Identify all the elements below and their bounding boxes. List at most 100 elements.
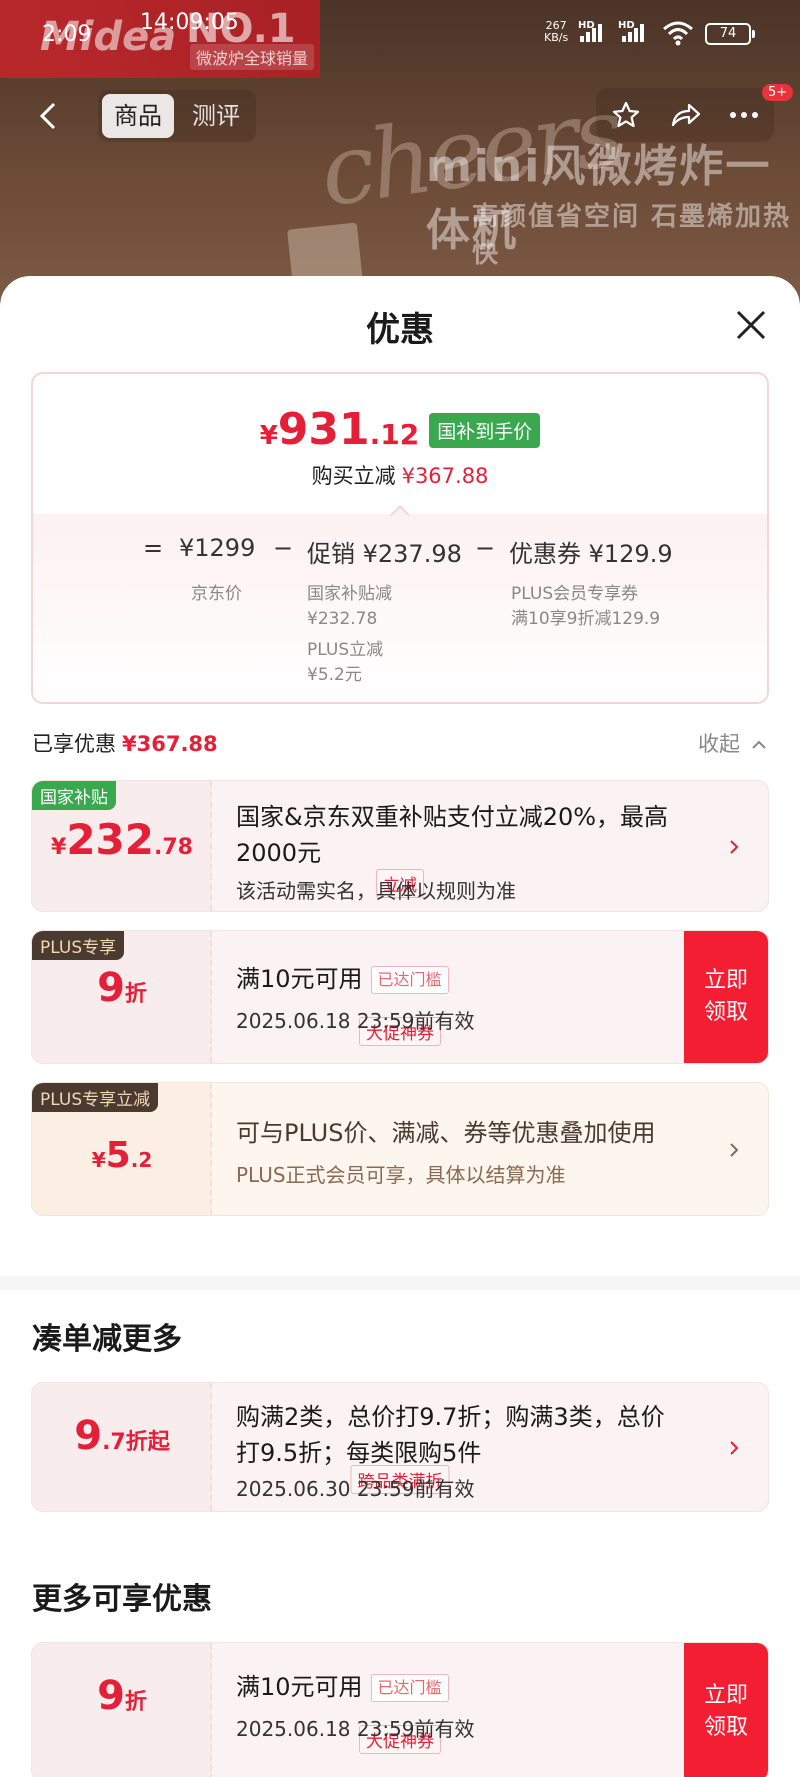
chevron-right-icon	[724, 1438, 744, 1458]
signal-icon-2	[622, 22, 644, 42]
coupon-note: 该活动需实名，具体以规则为准	[236, 879, 516, 903]
coupon-plus-discount: PLUS专享 9折 大促神券 满10元可用 已达门槛 2025.06.18 23:…	[31, 930, 769, 1064]
coupon-discount-int: 9	[97, 965, 125, 1011]
price-breakdown-card: ¥931.12 国补到手价 购买立减 ¥367.88 = ¥1299 − 促销 ¥…	[31, 372, 769, 704]
save-row: 购买立减 ¥367.88	[33, 460, 767, 490]
promo-item: PLUS立减	[307, 640, 384, 660]
coupon-item: 满10享9折减129.9	[511, 609, 661, 629]
status-time: 2:09	[42, 22, 92, 47]
coupon-condition-text: 满10元可用	[236, 1673, 363, 1701]
product-subline: 高颜值省空间 石墨烯加热快	[472, 202, 792, 269]
battery-icon: 74	[705, 23, 755, 45]
claim-label-1: 立即	[703, 968, 748, 993]
promo-item: 国家补贴减	[307, 584, 392, 604]
wifi-icon	[663, 21, 693, 46]
threshold-met-badge: 已达门槛	[370, 1674, 449, 1702]
currency-symbol: ¥	[259, 421, 278, 451]
section-title-more: 更多可享优惠	[32, 1582, 212, 1617]
close-icon	[736, 310, 766, 340]
promo-detail: 国家补贴减 ¥232.78 PLUS立减 ¥5.2元	[307, 582, 392, 688]
claim-label-1: 立即	[703, 1683, 748, 1708]
subsidy-price-tag: 国补到手价	[429, 413, 541, 448]
coupon-note: PLUS正式会员可享，具体以结算为准	[236, 1163, 566, 1187]
coupon-promo-discount: 9折 大促神券 满10元可用 已达门槛 2025.06.18 23:59前有效 立…	[31, 1642, 769, 1777]
coupon-amount-dec: .2	[130, 1148, 153, 1172]
net-speed-unit: KB/s	[544, 31, 569, 44]
chevron-right-icon	[724, 1140, 744, 1160]
message-badge: 5+	[762, 84, 794, 101]
chevron-left-icon	[39, 102, 56, 130]
favorite-button[interactable]	[604, 93, 648, 137]
save-amount: ¥367.88	[401, 464, 489, 488]
coupon-discount: 9折	[32, 965, 212, 1011]
nav-actions	[596, 88, 774, 142]
chevron-up-icon	[751, 740, 766, 749]
coupon-condition: 满10元可用 已达门槛	[236, 961, 449, 997]
more-dots-icon	[730, 112, 759, 118]
chevron-right-icon	[724, 837, 744, 857]
coupon-description: 购满2类，总价打9.7折；购满3类，总价 打9.5折；每类限购5件	[236, 1399, 665, 1471]
coupon-discount: 9.7折起	[32, 1413, 212, 1459]
share-button[interactable]	[663, 93, 707, 137]
nav-tabs: 商品 测评	[98, 90, 256, 142]
more-button[interactable]	[722, 93, 766, 137]
formula-coupon: 优惠券 ¥129.9	[509, 540, 673, 568]
status-clock: 14:09:05	[140, 10, 239, 35]
coupon-desc-line: 购满2类，总价打9.7折；购满3类，总价	[236, 1403, 665, 1431]
coupon-desc-line: 2000元	[236, 839, 322, 867]
claim-label-2: 领取	[703, 1715, 748, 1740]
formula-base: ¥1299	[179, 534, 256, 562]
coupon-tag: 国家补贴	[32, 781, 116, 810]
coupon-discount-unit: 折	[124, 982, 147, 1007]
coupon-national-subsidy[interactable]: 国家补贴 ¥232.78 立减 国家&京东双重补贴支付立减20%，最高 2000…	[31, 780, 769, 912]
product-nav-bar: 商品 测评 5+	[0, 84, 800, 144]
final-price: ¥931.12	[260, 404, 420, 455]
final-price-int: 931	[277, 404, 370, 455]
collapse-toggle[interactable]: 收起	[698, 728, 767, 758]
coupon-discount-unit: 折起	[125, 1430, 170, 1455]
coupon-tag: PLUS专享	[32, 931, 125, 960]
coupon-detail: PLUS会员专享券 满10享9折减129.9	[511, 582, 660, 632]
coupon-desc-line: 打9.5折；每类限购5件	[236, 1439, 482, 1467]
enjoyed-discount: 已享优惠 ¥367.88	[32, 728, 218, 758]
star-icon	[612, 101, 639, 128]
claim-button[interactable]: 立即 领取	[684, 1643, 768, 1777]
coupon-discount-int: 9	[74, 1413, 103, 1459]
coupon-description: 国家&京东双重补贴支付立减20%，最高 2000元	[236, 799, 668, 871]
tab-review[interactable]: 测评	[180, 94, 252, 138]
coupon-tag: PLUS专享立减	[32, 1083, 159, 1112]
claim-button[interactable]: 立即 领取	[684, 931, 768, 1063]
collapse-label: 收起	[698, 732, 740, 756]
formula-minus-1: −	[273, 534, 294, 562]
claim-label-2: 领取	[703, 1000, 748, 1025]
final-price-row: ¥931.12 国补到手价	[33, 404, 767, 455]
status-bar: 2:09 14:09:05 267 KB/s HD HD 74	[0, 0, 800, 64]
coupon-validity: 2025.06.18 23:59前有效	[236, 1717, 475, 1741]
promo-item: ¥232.78	[307, 609, 378, 629]
back-button[interactable]	[22, 90, 74, 142]
coupon-discount-unit: 折	[124, 1690, 147, 1715]
formula-promo: 促销 ¥237.98	[307, 540, 462, 568]
coupon-plus-instant[interactable]: PLUS专享立减 ¥5.2 可与PLUS价、满减、券等优惠叠加使用 PLUS正式…	[31, 1082, 769, 1216]
coupon-amount: ¥5.2	[32, 1135, 212, 1176]
signal-icon	[580, 22, 602, 42]
tab-product[interactable]: 商品	[102, 94, 174, 138]
close-button[interactable]	[726, 300, 776, 350]
save-label: 购买立减	[311, 464, 396, 488]
coupon-condition-text: 满10元可用	[236, 965, 363, 993]
coupon-discount-int: 9	[97, 1673, 125, 1719]
share-icon	[671, 103, 701, 127]
coupon-amount-int: 232	[66, 815, 154, 864]
coupon-validity: 2025.06.30 23:59前有效	[236, 1477, 475, 1501]
coupon-cross-category[interactable]: 9.7折起 跨品类满折 购满2类，总价打9.7折；购满3类，总价 打9.5折；每…	[31, 1382, 769, 1512]
enjoyed-amount: ¥367.88	[122, 732, 218, 756]
coupon-item: PLUS会员专享券	[511, 584, 639, 604]
formula-eq: =	[143, 534, 164, 562]
price-formula: = ¥1299 − 促销 ¥237.98 − 优惠券 ¥129.9	[33, 534, 767, 574]
enjoyed-label: 已享优惠	[32, 732, 116, 756]
coupon-discount: 9折	[32, 1673, 212, 1719]
coupon-condition: 满10元可用 已达门槛	[236, 1669, 449, 1705]
coupon-desc-line: 国家&京东双重补贴支付立减20%，最高	[236, 803, 669, 831]
coupon-description: 可与PLUS价、满减、券等优惠叠加使用	[236, 1119, 656, 1147]
sheet-title: 优惠	[366, 310, 434, 350]
